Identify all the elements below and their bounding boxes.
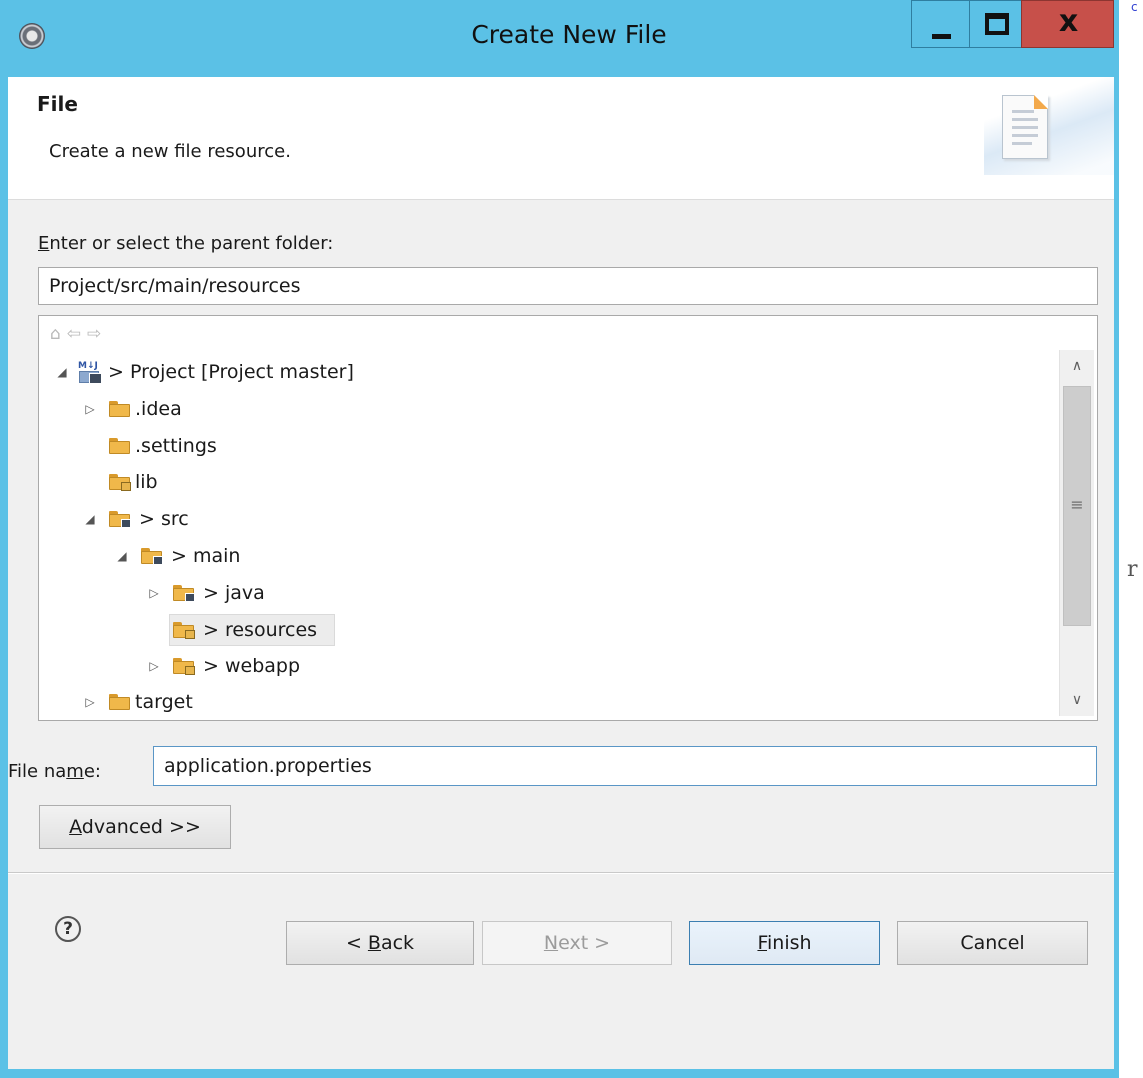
expand-icon[interactable]: ▷ (83, 393, 97, 425)
dialog-body: File Create a new file resource. Enter o… (8, 77, 1114, 1069)
tree-item-resources[interactable]: > resources (169, 614, 339, 646)
home-icon[interactable]: ⌂ (50, 324, 67, 344)
scroll-down-icon[interactable]: ∨ (1060, 684, 1094, 716)
tree-scrollbar[interactable]: ∧ ≡ ∨ (1059, 350, 1094, 716)
tree-item-java[interactable]: ▷ > java (147, 577, 447, 609)
expand-icon[interactable]: ▷ (147, 577, 161, 609)
file-name-input[interactable] (153, 746, 1097, 786)
scroll-thumb[interactable]: ≡ (1063, 386, 1091, 626)
tree-item-lib[interactable]: lib (83, 466, 383, 498)
folder-icon (109, 438, 131, 454)
back-button[interactable]: < Back (286, 921, 474, 965)
help-icon[interactable]: ? (55, 916, 81, 942)
folder-icon (109, 694, 131, 710)
folder-tree[interactable]: ⌂⇦⇨ ◢ M↓J > Project [Project master] ▷ .… (38, 315, 1098, 721)
forward-arrow-icon[interactable]: ⇨ (87, 324, 107, 344)
minimize-button[interactable] (911, 0, 970, 48)
scroll-up-icon[interactable]: ∧ (1060, 350, 1094, 382)
expand-icon[interactable]: ▷ (83, 686, 97, 718)
tree-item-main[interactable]: ◢ > main (115, 540, 415, 572)
back-arrow-icon[interactable]: ⇦ (67, 324, 87, 344)
wizard-header: File Create a new file resource. (8, 77, 1114, 200)
expand-icon[interactable]: ▷ (147, 650, 161, 682)
page-description: Create a new file resource. (49, 141, 291, 162)
finish-button[interactable]: Finish (689, 921, 880, 965)
tree-nav-toolbar: ⌂⇦⇨ (50, 324, 107, 344)
title-bar[interactable]: Create New File x (0, 0, 1119, 77)
parent-folder-label: Enter or select the parent folder: (38, 233, 334, 254)
file-name-label: File name: (8, 761, 101, 782)
maximize-button[interactable] (969, 0, 1022, 48)
tree-item-settings[interactable]: .settings (83, 430, 383, 462)
close-button[interactable]: x (1021, 0, 1114, 48)
resource-folder-icon (173, 622, 195, 639)
folder-icon (109, 401, 131, 417)
source-folder-icon (109, 511, 131, 528)
tree-item-target[interactable]: ▷ target (83, 686, 383, 718)
close-icon: x (1058, 4, 1079, 39)
maximize-icon (985, 13, 1009, 35)
tree-item-webapp[interactable]: ▷ > webapp (147, 650, 447, 682)
page-title: File (37, 92, 78, 116)
background-text-fragment: c (1131, 0, 1138, 14)
tree-item-project[interactable]: ◢ M↓J > Project [Project master] (55, 356, 555, 388)
resource-folder-icon (173, 658, 195, 675)
collapse-icon[interactable]: ◢ (115, 540, 129, 572)
new-file-icon (1002, 95, 1048, 159)
button-bar-separator (8, 872, 1114, 874)
collapse-icon[interactable]: ◢ (83, 503, 97, 535)
minimize-icon (932, 34, 951, 39)
library-folder-icon (109, 474, 131, 491)
dialog-window: Create New File x File Create a new file… (0, 0, 1119, 1078)
next-button[interactable]: Next > (482, 921, 672, 965)
parent-folder-input[interactable] (38, 267, 1098, 305)
source-folder-icon (173, 585, 195, 602)
cancel-button[interactable]: Cancel (897, 921, 1088, 965)
background-text-fragment: r (1127, 557, 1138, 582)
collapse-icon[interactable]: ◢ (55, 356, 69, 388)
tree-item-idea[interactable]: ▷ .idea (83, 393, 383, 425)
grip-icon: ≡ (1070, 495, 1084, 514)
advanced-button[interactable]: Advanced >> (39, 805, 231, 849)
source-folder-icon (141, 548, 163, 565)
maven-project-icon: M↓J (78, 362, 102, 384)
tree-item-src[interactable]: ◢ > src (83, 503, 383, 535)
